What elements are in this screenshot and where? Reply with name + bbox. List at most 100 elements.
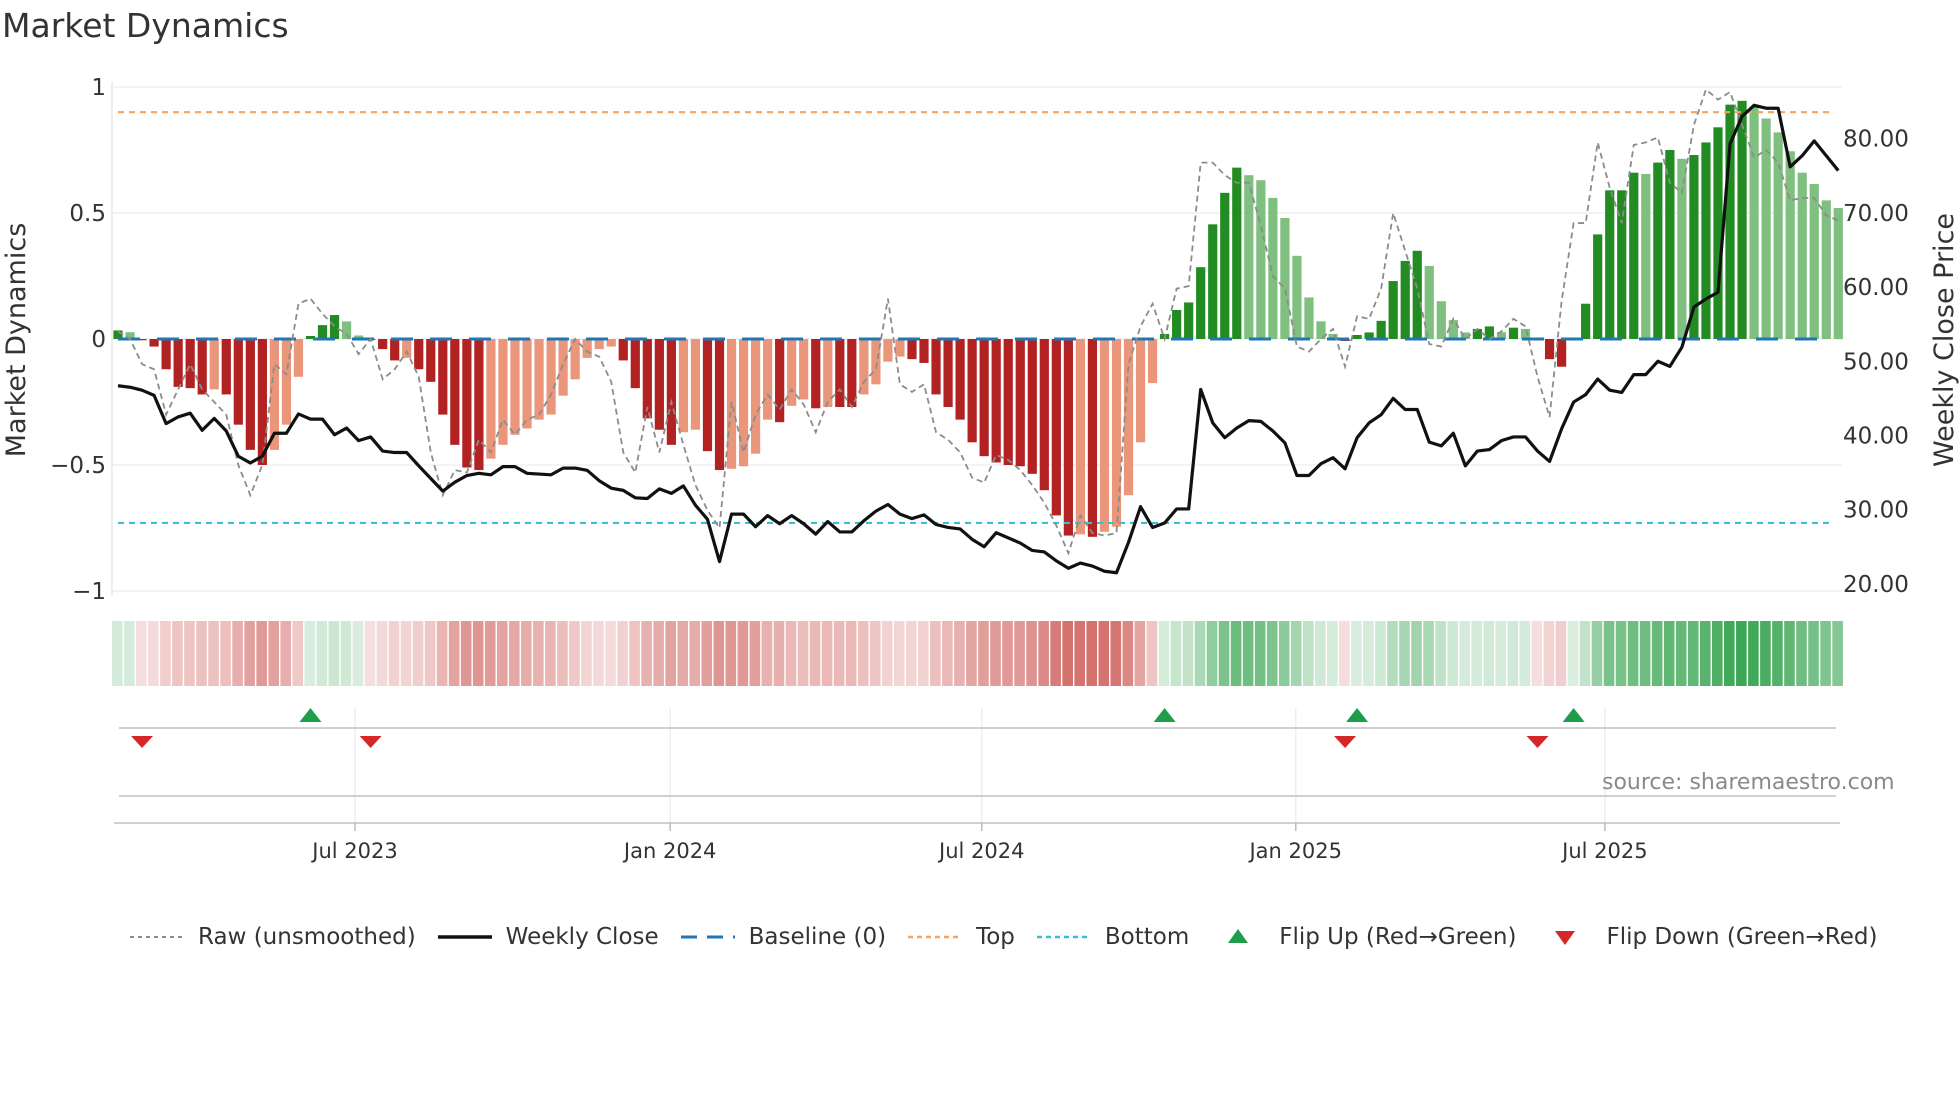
bar (161, 339, 171, 370)
bar (594, 339, 604, 350)
bar (1352, 334, 1362, 339)
legend-label: Weekly Close (505, 924, 659, 950)
bar (1075, 339, 1085, 535)
heat-cell (1230, 621, 1242, 686)
source-credit: source: sharemaestro.com (1602, 770, 1895, 795)
bar (1292, 255, 1302, 339)
heat-cell (1615, 621, 1627, 686)
heat-cell (424, 621, 436, 686)
bar (1280, 218, 1290, 339)
bar (1256, 180, 1266, 339)
heat-cell (1387, 621, 1398, 686)
x-tick-label: Jan 2024 (622, 839, 717, 863)
heat-cell (797, 621, 809, 686)
heat-cell (605, 621, 616, 686)
legend-item-bottom: Bottom (1035, 924, 1189, 950)
heat-cell (196, 621, 207, 686)
heat-cell (496, 621, 508, 686)
heat-cell (1170, 621, 1182, 686)
bar (1388, 281, 1398, 339)
bar (738, 339, 749, 467)
heat-cell (172, 621, 183, 686)
heat-cell (942, 621, 953, 686)
heat-cell (557, 621, 568, 686)
bar (787, 339, 797, 406)
heat-cell (304, 621, 316, 686)
heat-cell (1026, 621, 1037, 686)
heat-cell (340, 621, 352, 686)
raw-swatch-icon (130, 936, 184, 938)
y2-axis-title: Weekly Close Price (1929, 213, 1960, 467)
heat-cell (737, 621, 749, 686)
heat-cell (400, 621, 412, 686)
heat-cell (1218, 621, 1230, 686)
bottom-swatch-icon (1036, 935, 1091, 939)
heat-cell (1796, 621, 1807, 686)
bar (702, 339, 713, 452)
heat-cell (1086, 621, 1098, 686)
heat-cell (472, 621, 484, 686)
heat-cell (1399, 621, 1410, 686)
bar (522, 339, 532, 429)
bar (1147, 339, 1158, 384)
heat-cell (112, 621, 123, 686)
heat-cell (1002, 621, 1013, 686)
bar (1737, 100, 1747, 339)
bar (570, 339, 580, 380)
y2-tick-label: 80.00 (1843, 127, 1909, 153)
bar (1208, 224, 1218, 339)
bar (763, 339, 773, 420)
heat-cell (785, 621, 797, 686)
heat-cell (1651, 621, 1663, 686)
bar (281, 339, 292, 425)
heat-cell (1278, 621, 1290, 686)
heat-cell (1495, 621, 1507, 686)
bar (799, 339, 809, 400)
heat-cell (1531, 621, 1543, 686)
x-tick-label: Jan 2025 (1247, 839, 1342, 863)
bar (402, 339, 412, 358)
heat-cell (268, 621, 279, 686)
bar (257, 339, 267, 465)
bar (378, 339, 388, 350)
y2-tick-label: 40.00 (1843, 423, 1909, 449)
heat-cell (1122, 621, 1134, 686)
heat-cell (1182, 621, 1194, 686)
baseline-swatch-icon (680, 935, 735, 939)
heat-cell (1555, 621, 1567, 686)
heat-cell (316, 621, 328, 686)
heat-cell (256, 621, 267, 686)
bar (666, 339, 676, 445)
heat-cell (833, 621, 845, 686)
heat-cell (352, 621, 364, 686)
y2-tick-label: 30.00 (1843, 498, 1909, 524)
bar (426, 339, 436, 382)
heat-cell (376, 621, 388, 686)
flip-down-marker (359, 736, 382, 748)
raw-line-group (117, 87, 1839, 556)
bar (919, 339, 929, 363)
bar (1244, 175, 1254, 339)
bar (390, 339, 400, 361)
bar (847, 339, 857, 408)
heat-cell (653, 621, 664, 686)
heat-cell (1832, 621, 1843, 686)
bar (1761, 118, 1771, 339)
y-tick-label: −1 (72, 579, 106, 605)
heat-cell (136, 621, 147, 686)
heat-cell (1146, 621, 1158, 686)
heat-cell (845, 621, 857, 686)
bar (1629, 172, 1639, 339)
heat-cell (460, 621, 472, 686)
bar (1773, 132, 1783, 339)
heat-cell (1808, 621, 1819, 686)
heat-cell (1242, 621, 1254, 686)
bar (486, 339, 496, 459)
heat-cell (713, 621, 725, 686)
bar (1268, 197, 1278, 339)
heat-cell (1062, 621, 1073, 686)
heat-cell (905, 621, 917, 686)
bar (1015, 339, 1025, 467)
bar (1232, 167, 1242, 339)
heat-cell (1206, 621, 1218, 686)
